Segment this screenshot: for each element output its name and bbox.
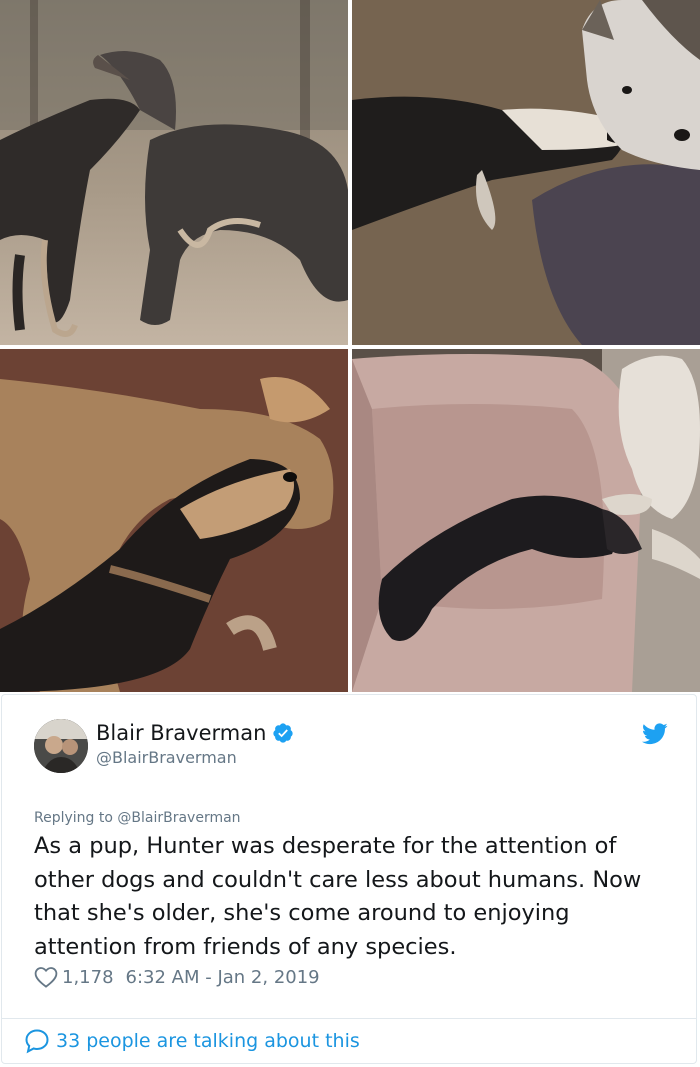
twitter-bird-icon[interactable] bbox=[642, 723, 668, 745]
tweet-timestamp[interactable]: 6:32 AM - Jan 2, 2019 bbox=[126, 967, 320, 988]
conversation-link[interactable]: 33 people are talking about this bbox=[24, 1028, 360, 1054]
verified-badge-icon bbox=[273, 723, 294, 743]
like-count[interactable]: 1,178 bbox=[62, 967, 114, 988]
photo-grid bbox=[0, 0, 700, 692]
speech-bubble-icon bbox=[25, 1029, 49, 1054]
replying-to-label: Replying to bbox=[34, 810, 113, 826]
author-handle[interactable]: @BlairBraverman bbox=[96, 748, 237, 767]
conversation-count-text[interactable]: 33 people are talking about this bbox=[56, 1030, 360, 1052]
card-divider bbox=[2, 1018, 696, 1019]
photo-dog-on-bed[interactable] bbox=[352, 349, 700, 692]
reply-mention-link[interactable]: @BlairBraverman bbox=[117, 810, 240, 826]
avatar[interactable] bbox=[34, 719, 88, 773]
photo-two-dogs-playing[interactable] bbox=[0, 0, 348, 345]
embedded-tweet-card: Blair Braverman @BlairBraverman Replying… bbox=[1, 694, 697, 1064]
author-name-row[interactable]: Blair Braverman bbox=[96, 721, 294, 745]
photo-puppy-cuddling[interactable] bbox=[0, 349, 348, 692]
tweet-meta: 1,178 6:32 AM - Jan 2, 2019 bbox=[34, 966, 320, 988]
replying-to-line: Replying to @BlairBraverman bbox=[34, 810, 241, 826]
tweet-text: As a pup, Hunter was desperate for the a… bbox=[34, 833, 642, 960]
author-display-name[interactable]: Blair Braverman bbox=[96, 721, 266, 745]
photo-dog-with-husky[interactable] bbox=[352, 0, 700, 345]
heart-icon[interactable] bbox=[34, 966, 58, 988]
